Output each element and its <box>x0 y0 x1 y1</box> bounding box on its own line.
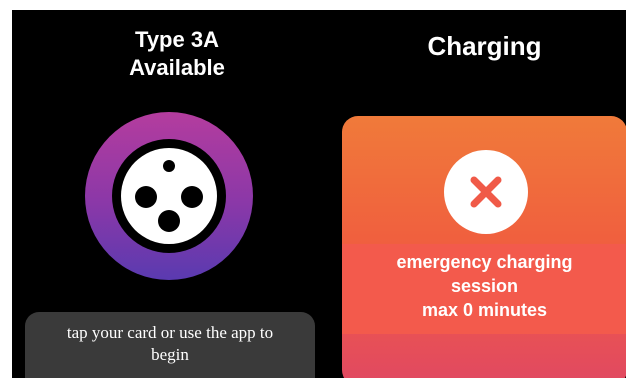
instruction-text: tap your card or use the app to begin <box>25 322 315 366</box>
connector-availability: Available <box>129 55 225 80</box>
instruction-panel: tap your card or use the app to begin <box>25 312 315 378</box>
status-message-line-3: max 0 minutes <box>421 300 548 320</box>
connector-pin-top <box>163 160 175 172</box>
connector-title: Type 3A Available <box>77 26 277 82</box>
charger-screen: Type 3A Available tap your card or use t… <box>12 10 626 378</box>
connector-pin-left <box>135 186 157 208</box>
connector-pin-right <box>181 186 203 208</box>
connector-type-label: Type 3A <box>135 27 219 52</box>
status-message-line-1: emergency charging <box>396 252 573 272</box>
type-3a-connector-icon <box>85 112 253 280</box>
status-title: Charging <box>427 31 542 61</box>
instruction-line-1: tap your card or use the app to <box>66 323 274 342</box>
instruction-line-2: begin <box>151 345 189 364</box>
close-x-glyph <box>470 176 502 208</box>
status-card: emergency charging session max 0 minutes <box>342 116 626 378</box>
connector-socket <box>112 139 226 253</box>
connector-face <box>121 148 217 244</box>
connector-pin-bottom <box>158 210 180 232</box>
status-message: emergency charging session max 0 minutes <box>342 250 626 322</box>
close-x-icon <box>444 150 528 234</box>
status-message-line-2: session <box>450 276 519 296</box>
